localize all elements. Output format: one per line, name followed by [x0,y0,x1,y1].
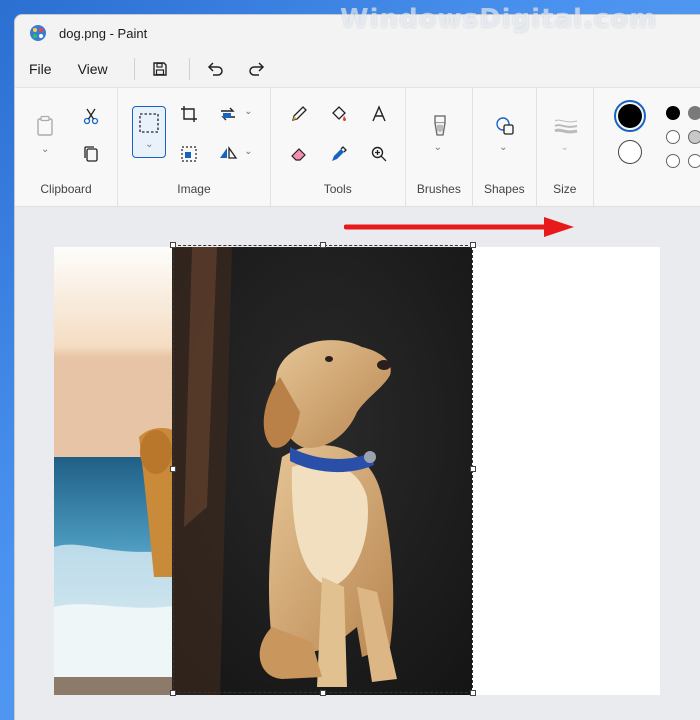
size-group: ⌄ Size [537,88,595,206]
brushes-group: ⌄ Brushes [406,88,474,206]
brush-chevron-icon[interactable]: ⌄ [434,142,442,153]
rotate-button[interactable] [214,100,242,128]
tools-label: Tools [323,182,352,196]
color-picker-button[interactable] [325,140,353,168]
select-icon [139,113,159,133]
magnifier-icon [371,146,387,162]
magnifier-button[interactable] [365,140,393,168]
colors-group [594,88,700,206]
shapes-chevron-icon[interactable]: ⌄ [499,142,507,153]
paint-window: dog.png - Paint File View ⌄ Clipboard ⌄ … [14,14,700,720]
undo-icon [207,62,223,76]
select-chevron-icon: ⌄ [145,139,154,150]
flip-icon [220,145,238,159]
palette-silver-swatch[interactable] [688,130,700,144]
primary-color-swatch[interactable] [614,100,647,132]
undo-button[interactable] [200,54,230,84]
clipboard-group: ⌄ Clipboard [15,88,119,206]
clipboard-label: Clipboard [40,182,92,196]
rotate-chevron-icon[interactable]: ⌄ [244,106,252,117]
image-group: ⌄ ⌄ ⌄ Image [118,88,271,206]
size-icon [553,119,577,134]
palette-gray-swatch[interactable] [688,106,700,120]
redo-icon [248,62,264,76]
eraser-icon [290,148,306,161]
flip-button[interactable] [214,140,242,168]
paste-chevron-icon[interactable]: ⌄ [41,144,49,155]
menu-bar: File View [15,51,700,87]
copy-button[interactable] [77,140,105,168]
redo-button[interactable] [242,54,272,84]
palette-empty-swatch[interactable] [688,154,700,168]
resize-icon [181,146,197,162]
fill-icon [331,106,346,121]
shapes-label: Shapes [483,182,525,196]
view-menu[interactable]: View [76,57,120,81]
flip-chevron-icon[interactable]: ⌄ [244,146,252,157]
paint-app-icon [30,25,46,41]
secondary-color-swatch[interactable] [618,140,643,164]
window-title: dog.png - Paint [59,25,148,41]
pencil-button[interactable] [285,100,313,128]
crop-button[interactable] [175,100,203,128]
cut-icon [83,108,99,125]
shapes-button[interactable] [491,112,519,140]
paste-icon [37,115,53,136]
resize-button[interactable] [175,140,203,168]
dog-photo [172,247,472,695]
palette-white-swatch[interactable] [666,130,681,144]
canvas-area [15,207,700,720]
menu-divider [188,58,190,80]
shapes-icon [496,117,514,135]
shapes-group: ⌄ Shapes [473,88,537,206]
fill-button[interactable] [325,100,353,128]
save-button[interactable] [145,54,175,84]
size-button[interactable] [552,112,580,140]
cut-button[interactable] [77,102,105,130]
crop-icon [181,106,198,122]
tools-group: Tools [271,88,406,206]
image-label: Image [177,182,211,196]
canvas-paper[interactable] [54,247,660,695]
size-label: Size [553,182,577,196]
red-arrow-annotation [344,217,574,237]
paste-button[interactable] [31,112,59,140]
eraser-button[interactable] [285,140,313,168]
copy-icon [84,146,98,162]
brush-icon [433,115,446,136]
save-icon [152,62,167,76]
rotate-icon [221,107,236,121]
brush-button[interactable] [426,112,454,140]
palette-black-swatch[interactable] [666,106,681,120]
brushes-label: Brushes [416,182,461,196]
color-picker-icon [331,146,347,161]
menu-divider [133,58,135,80]
size-chevron-icon[interactable]: ⌄ [561,142,569,153]
select-button[interactable]: ⌄ [132,106,167,158]
palette-empty-swatch[interactable] [666,154,681,168]
ribbon-toolbar: ⌄ Clipboard ⌄ ⌄ ⌄ Image Tools ⌄ Brushes … [15,87,700,207]
file-menu[interactable]: File [27,57,64,81]
title-bar: dog.png - Paint [15,15,700,51]
pencil-icon [291,106,307,121]
text-icon [372,105,386,122]
text-button[interactable] [365,100,393,128]
